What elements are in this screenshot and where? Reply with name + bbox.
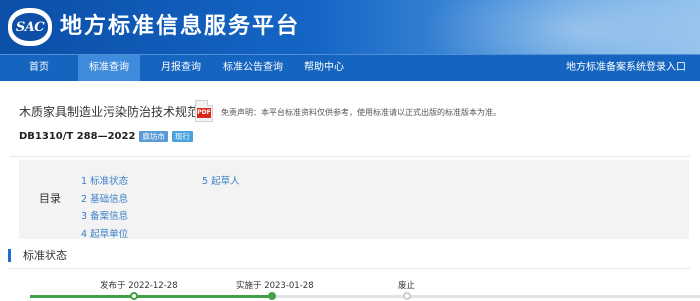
status-section-title: 标准状态 <box>23 249 67 262</box>
region-badge: 廊坊市 <box>139 130 168 142</box>
nav-item-monthly-report[interactable]: 月报查询 <box>150 55 212 81</box>
section-divider <box>8 268 690 269</box>
toc-item-basic-info[interactable]: 2 基础信息 <box>81 191 128 205</box>
toc-item-filing-info[interactable]: 3 备案信息 <box>81 208 128 222</box>
toc-item-label: 起草人 <box>211 176 240 187</box>
banner-glow-decoration <box>420 0 700 54</box>
toc-item-number: 3 <box>81 211 88 222</box>
status-badge: 现行 <box>171 130 193 142</box>
toc-label: 目录 <box>39 192 61 205</box>
toc-item-label: 标准状态 <box>90 176 129 187</box>
site-header-banner: SAC 地方标准信息服务平台 <box>0 0 700 54</box>
standard-name: 木质家具制造业污染防治技术规范 <box>19 105 200 119</box>
pdf-label: PDF <box>197 108 211 118</box>
toc-item-drafters[interactable]: 5 起草人 <box>202 173 240 187</box>
timeline-node-abolished <box>403 292 411 300</box>
nav-item-announcement-search[interactable]: 标准公告查询 <box>218 55 288 81</box>
toc-item-number: 1 <box>81 176 88 187</box>
logo-text: SAC <box>12 13 48 41</box>
timeline-label-published: 发布于 2022-12-28 <box>100 281 178 291</box>
standard-detail-content: 木质家具制造业污染防治技术规范 DB1310/T 288—2022 廊坊市 现行… <box>0 82 700 301</box>
toc-item-standard-status[interactable]: 1 标准状态 <box>81 173 128 187</box>
standard-code-row: DB1310/T 288—2022 廊坊市 现行 <box>19 129 193 143</box>
timeline-label-abolished: 废止 <box>398 281 416 291</box>
toc-item-label: 备案信息 <box>90 211 129 222</box>
pdf-corner-fold <box>207 100 213 106</box>
main-nav-bar: 首页 标准查询 月报查询 标准公告查询 帮助中心 地方标准备案系统登录入口 <box>0 54 700 81</box>
header-divider <box>10 156 690 157</box>
timeline-node-implemented <box>268 292 276 300</box>
table-of-contents: 目录 1 标准状态 2 基础信息 3 备案信息 4 起草单位 5 起草人 <box>19 160 689 240</box>
filing-system-login-link[interactable]: 地方标准备案系统登录入口 <box>566 55 686 81</box>
sac-logo-icon[interactable]: SAC <box>8 8 52 46</box>
site-title[interactable]: 地方标准信息服务平台 <box>60 10 300 44</box>
section-accent-bar <box>8 248 11 262</box>
status-section-header: 标准状态 <box>8 248 67 262</box>
standard-code: DB1310/T 288—2022 <box>19 130 136 142</box>
toc-item-drafting-units[interactable]: 4 起草单位 <box>81 226 128 240</box>
timeline-progress <box>30 295 272 298</box>
toc-item-label: 起草单位 <box>90 229 129 240</box>
toc-item-label: 基础信息 <box>90 194 129 205</box>
nav-item-help-center[interactable]: 帮助中心 <box>296 55 352 81</box>
toc-item-number: 5 <box>202 176 209 187</box>
toc-item-number: 2 <box>81 194 88 205</box>
nav-item-home[interactable]: 首页 <box>14 55 64 81</box>
timeline-label-implemented: 实施于 2023-01-28 <box>236 281 314 291</box>
disclaimer-text: 免责声明：本平台标准资料仅供参考，使用标准请以正式出版的标准版本为准。 <box>221 108 501 117</box>
toc-item-number: 4 <box>81 229 88 240</box>
nav-item-standard-search[interactable]: 标准查询 <box>78 55 140 81</box>
timeline-node-published <box>130 292 138 300</box>
pdf-file-icon[interactable]: PDF <box>195 100 213 122</box>
